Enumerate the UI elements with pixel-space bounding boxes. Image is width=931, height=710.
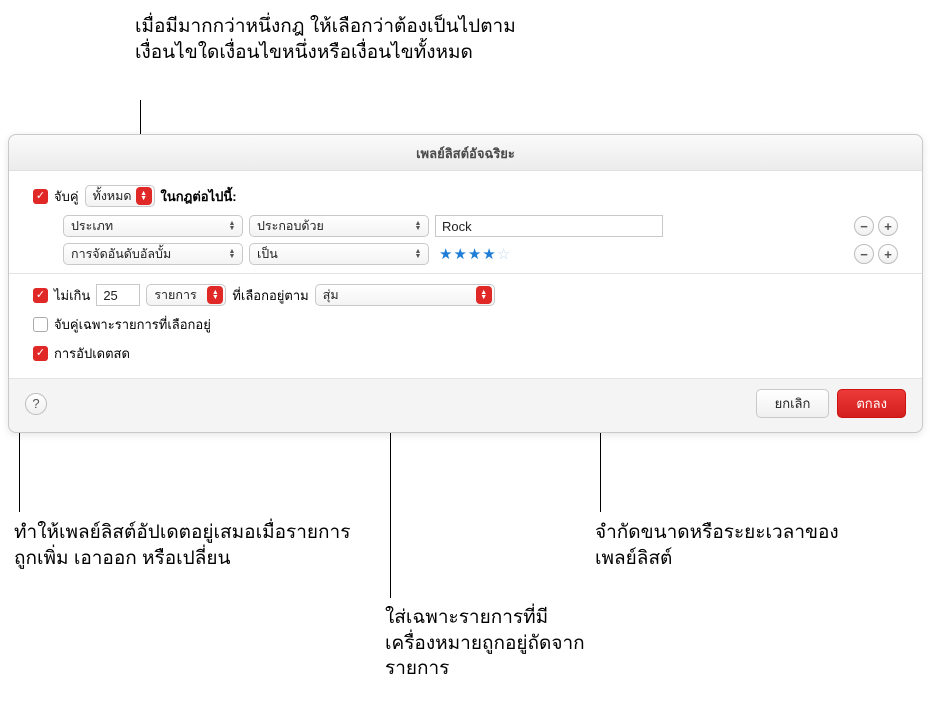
- match-checkbox[interactable]: ✓: [33, 189, 48, 204]
- rating-stars[interactable]: ★ ★ ★ ★ ☆: [439, 245, 510, 263]
- dialog-body: ✓ จับคู่ ทั้งหมด ▲▼ ในกฎต่อไปนี้: ประเภท…: [9, 171, 922, 378]
- chevron-updown-icon: ▲▼: [224, 217, 240, 235]
- add-rule-button[interactable]: +: [878, 244, 898, 264]
- checked-only-label: จับคู่เฉพาะรายการที่เลือกอยู่: [54, 314, 211, 335]
- match-label-post: ในกฎต่อไปนี้:: [161, 186, 237, 207]
- limit-unit-popup[interactable]: รายการ ▲▼: [146, 284, 226, 306]
- star-icon: ★: [439, 245, 452, 263]
- limit-selectedby-label: ที่เลือกอยู่ตาม: [232, 285, 308, 306]
- ok-button[interactable]: ตกลง: [837, 389, 906, 418]
- match-all-popup-value: ทั้งหมด: [93, 186, 132, 206]
- limit-method-value: สุ่ม: [323, 285, 339, 305]
- live-update-row: ✓ การอัปเดตสด: [33, 343, 898, 364]
- limit-label: ไม่เกิน: [54, 285, 90, 306]
- rule-field-popup[interactable]: การจัดอันดับอัลบั้ม ▲▼: [63, 243, 243, 265]
- divider: [9, 273, 922, 274]
- rule-field-value: การจัดอันดับอัลบั้ม: [71, 244, 171, 264]
- rule-field-popup[interactable]: ประเภท ▲▼: [63, 215, 243, 237]
- star-icon: ★: [453, 245, 466, 263]
- limit-row: ✓ ไม่เกิน 25 รายการ ▲▼ ที่เลือกอยู่ตาม ส…: [33, 284, 898, 306]
- rule-op-popup[interactable]: เป็น ▲▼: [249, 243, 429, 265]
- chevron-updown-icon: ▲▼: [410, 245, 426, 263]
- dialog-title: เพลย์ลิสต์อัจฉริยะ: [9, 135, 922, 171]
- rule-op-popup[interactable]: ประกอบด้วย ▲▼: [249, 215, 429, 237]
- limit-amount-input[interactable]: 25: [96, 284, 140, 306]
- limit-checkbox[interactable]: ✓: [33, 288, 48, 303]
- rule-op-value: ประกอบด้วย: [257, 216, 324, 236]
- rule-op-value: เป็น: [257, 244, 278, 264]
- chevron-updown-icon: ▲▼: [207, 286, 223, 304]
- rule-field-value: ประเภท: [71, 216, 113, 236]
- rule-row: ประเภท ▲▼ ประกอบด้วย ▲▼ Rock − +: [63, 215, 898, 237]
- limit-method-popup[interactable]: สุ่ม ▲▼: [315, 284, 495, 306]
- smart-playlist-dialog: เพลย์ลิสต์อัจฉริยะ ✓ จับคู่ ทั้งหมด ▲▼ ใ…: [8, 134, 923, 433]
- match-label-pre: จับคู่: [54, 186, 79, 207]
- dialog-footer: ? ยกเลิก ตกลง: [9, 378, 922, 432]
- checked-only-row: จับคู่เฉพาะรายการที่เลือกอยู่: [33, 314, 898, 335]
- callout-match-rules: เมื่อมีมากกว่าหนึ่งกฎ ให้เลือกว่าต้องเป็…: [135, 14, 545, 65]
- checked-only-checkbox[interactable]: [33, 317, 48, 332]
- rule-value-input[interactable]: Rock: [435, 215, 663, 237]
- add-rule-button[interactable]: +: [878, 216, 898, 236]
- remove-rule-button[interactable]: −: [854, 244, 874, 264]
- rule-row: การจัดอันดับอัลบั้ม ▲▼ เป็น ▲▼ ★ ★ ★ ★ ☆…: [63, 243, 898, 265]
- star-icon: ★: [482, 245, 495, 263]
- star-icon: ★: [468, 245, 481, 263]
- match-row: ✓ จับคู่ ทั้งหมด ▲▼ ในกฎต่อไปนี้:: [33, 185, 898, 207]
- callout-checked-only: ใส่เฉพาะรายการที่มีเครื่องหมายถูกอยู่ถัด…: [385, 605, 645, 682]
- match-all-popup[interactable]: ทั้งหมด ▲▼: [85, 185, 155, 207]
- limit-unit-value: รายการ: [154, 285, 196, 305]
- remove-rule-button[interactable]: −: [854, 216, 874, 236]
- live-update-checkbox[interactable]: ✓: [33, 346, 48, 361]
- callout-live-update: ทำให้เพลย์ลิสต์อัปเดตอยู่เสมอเมื่อรายการ…: [14, 520, 354, 571]
- chevron-updown-icon: ▲▼: [476, 286, 492, 304]
- chevron-updown-icon: ▲▼: [224, 245, 240, 263]
- live-update-label: การอัปเดตสด: [54, 343, 130, 364]
- chevron-updown-icon: ▲▼: [410, 217, 426, 235]
- callout-limit: จำกัดขนาดหรือระยะเวลาของเพลย์ลิสต์: [595, 520, 855, 571]
- chevron-updown-icon: ▲▼: [136, 187, 152, 205]
- cancel-button[interactable]: ยกเลิก: [756, 389, 830, 418]
- star-icon: ☆: [497, 245, 510, 263]
- help-button[interactable]: ?: [25, 393, 47, 415]
